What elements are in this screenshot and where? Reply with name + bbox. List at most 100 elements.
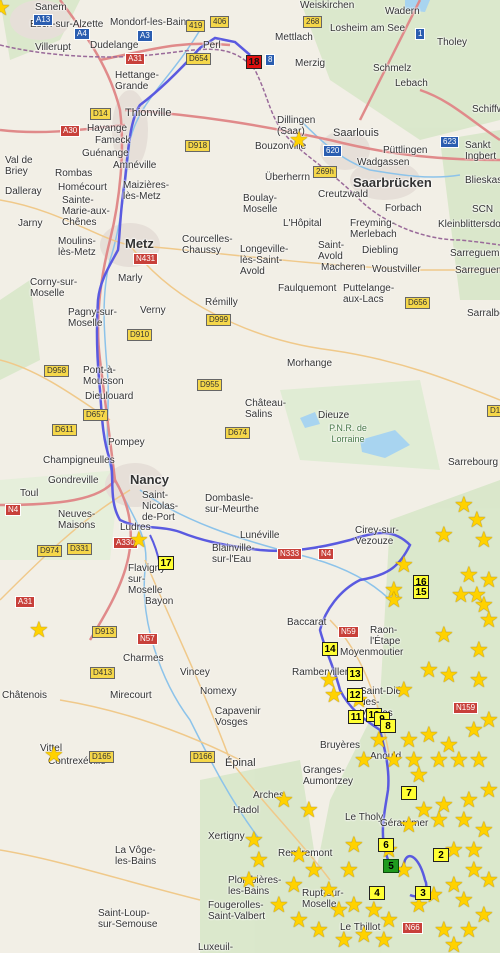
place-label: Saarlouis bbox=[333, 127, 379, 139]
poi-star-icon[interactable]: ★ bbox=[334, 929, 354, 951]
waypoint-marker[interactable]: 17 bbox=[158, 556, 174, 570]
poi-star-icon[interactable]: ★ bbox=[299, 799, 319, 821]
place-label: Neuves-Maisons bbox=[58, 509, 96, 531]
poi-star-icon[interactable]: ★ bbox=[429, 809, 449, 831]
waypoint-marker[interactable]: 11 bbox=[348, 710, 364, 724]
waypoint-marker[interactable]: 7 bbox=[401, 786, 417, 800]
poi-star-icon[interactable]: ★ bbox=[239, 869, 259, 891]
poi-star-icon[interactable]: ★ bbox=[479, 779, 499, 801]
poi-star-icon[interactable]: ★ bbox=[479, 709, 499, 731]
waypoint-marker[interactable]: 5 bbox=[383, 859, 399, 873]
poi-star-icon[interactable]: ★ bbox=[129, 529, 149, 551]
waypoint-marker[interactable]: 2 bbox=[433, 848, 449, 862]
poi-star-icon[interactable]: ★ bbox=[394, 679, 414, 701]
waypoint-marker[interactable]: 14 bbox=[322, 642, 338, 656]
poi-star-icon[interactable]: ★ bbox=[449, 749, 469, 771]
waypoint-marker[interactable]: 6 bbox=[378, 838, 394, 852]
place-label: Mettlach bbox=[275, 32, 313, 43]
road-shield: N57 bbox=[137, 633, 158, 645]
place-label: Wadern bbox=[385, 6, 420, 17]
poi-star-icon[interactable]: ★ bbox=[469, 639, 489, 661]
place-label: Verny bbox=[140, 305, 166, 316]
place-label: Sanem bbox=[35, 2, 67, 13]
poi-star-icon[interactable]: ★ bbox=[479, 869, 499, 891]
place-label: Weiskirchen bbox=[300, 0, 355, 11]
poi-star-icon[interactable]: ★ bbox=[309, 919, 329, 941]
place-label: Metz bbox=[125, 236, 154, 251]
waypoint-marker[interactable]: 18 bbox=[246, 55, 262, 69]
place-label: Sainte-Marie-aux-Chênes bbox=[62, 195, 110, 228]
poi-star-icon[interactable]: ★ bbox=[274, 789, 294, 811]
road-shield: D955 bbox=[197, 379, 223, 391]
waypoint-marker[interactable]: 12 bbox=[347, 688, 363, 702]
poi-star-icon[interactable]: ★ bbox=[324, 684, 344, 706]
place-label: Le Tholy bbox=[345, 812, 384, 823]
place-label: Dudelange bbox=[90, 40, 139, 51]
poi-star-icon[interactable]: ★ bbox=[0, 0, 11, 19]
poi-star-icon[interactable]: ★ bbox=[419, 659, 439, 681]
poi-star-icon[interactable]: ★ bbox=[354, 749, 374, 771]
road-shield: D910 bbox=[127, 329, 153, 341]
road-shield: 269h bbox=[313, 166, 337, 178]
poi-star-icon[interactable]: ★ bbox=[339, 859, 359, 881]
place-label: La Vôge-les-Bains bbox=[115, 845, 157, 867]
waypoint-marker[interactable]: 8 bbox=[380, 719, 396, 733]
poi-star-icon[interactable]: ★ bbox=[469, 749, 489, 771]
poi-star-icon[interactable]: ★ bbox=[469, 669, 489, 691]
place-label: Pompey bbox=[108, 437, 145, 448]
poi-star-icon[interactable]: ★ bbox=[344, 834, 364, 856]
place-label: Sarrebourg bbox=[448, 457, 499, 468]
poi-star-icon[interactable]: ★ bbox=[384, 749, 404, 771]
road-shield: A3 bbox=[137, 30, 153, 42]
waypoint-marker[interactable]: 13 bbox=[347, 667, 363, 681]
poi-star-icon[interactable]: ★ bbox=[434, 524, 454, 546]
poi-star-icon[interactable]: ★ bbox=[419, 724, 439, 746]
poi-star-icon[interactable]: ★ bbox=[434, 624, 454, 646]
place-label: Val de Briey bbox=[5, 155, 33, 177]
place-label: Dombasle-sur-Meurthe bbox=[205, 493, 259, 515]
poi-star-icon[interactable]: ★ bbox=[319, 879, 339, 901]
map-canvas[interactable]: Sanem Esch-sur-Alzette Villerupt Mondorf… bbox=[0, 0, 500, 953]
park-label: P.N.R. de Lorraine bbox=[329, 423, 367, 444]
road-shield: 268 bbox=[303, 16, 323, 28]
place-label: Jarny bbox=[18, 218, 43, 229]
poi-star-icon[interactable]: ★ bbox=[289, 909, 309, 931]
place-label: Villerupt bbox=[35, 42, 71, 53]
poi-star-icon[interactable]: ★ bbox=[289, 129, 309, 151]
road-shield: 419 bbox=[186, 20, 206, 32]
poi-star-icon[interactable]: ★ bbox=[344, 894, 364, 916]
poi-star-icon[interactable]: ★ bbox=[444, 874, 464, 896]
poi-star-icon[interactable]: ★ bbox=[269, 894, 289, 916]
road-shield: D165 bbox=[89, 751, 115, 763]
poi-star-icon[interactable]: ★ bbox=[284, 874, 304, 896]
poi-star-icon[interactable]: ★ bbox=[434, 919, 454, 941]
poi-star-icon[interactable]: ★ bbox=[374, 929, 394, 951]
place-label: Diebling bbox=[362, 245, 399, 256]
place-label: Püttlingen bbox=[383, 145, 428, 156]
poi-star-icon[interactable]: ★ bbox=[394, 554, 414, 576]
road-shield: D1 bbox=[487, 405, 500, 417]
road-shield: D654 bbox=[186, 53, 212, 65]
poi-star-icon[interactable]: ★ bbox=[429, 749, 449, 771]
poi-star-icon[interactable]: ★ bbox=[454, 809, 474, 831]
waypoint-marker[interactable]: 15 bbox=[413, 585, 429, 599]
poi-star-icon[interactable]: ★ bbox=[354, 924, 374, 946]
road-shield: A4 bbox=[74, 28, 90, 40]
poi-star-icon[interactable]: ★ bbox=[464, 839, 484, 861]
place-label: Lunéville bbox=[240, 530, 280, 541]
poi-star-icon[interactable]: ★ bbox=[384, 589, 404, 611]
poi-star-icon[interactable]: ★ bbox=[399, 814, 419, 836]
poi-star-icon[interactable]: ★ bbox=[474, 529, 494, 551]
place-label: Schmelz bbox=[373, 63, 412, 74]
poi-star-icon[interactable]: ★ bbox=[439, 664, 459, 686]
road-shield: N59 bbox=[338, 626, 359, 638]
waypoint-marker[interactable]: 4 bbox=[369, 886, 385, 900]
poi-star-icon[interactable]: ★ bbox=[44, 744, 64, 766]
poi-star-icon[interactable]: ★ bbox=[29, 619, 49, 641]
poi-star-icon[interactable]: ★ bbox=[479, 609, 499, 631]
poi-star-icon[interactable]: ★ bbox=[451, 584, 471, 606]
waypoint-marker[interactable]: 3 bbox=[415, 886, 431, 900]
place-label: Bayon bbox=[145, 596, 174, 607]
poi-star-icon[interactable]: ★ bbox=[409, 764, 429, 786]
road-shield: D657 bbox=[83, 409, 109, 421]
